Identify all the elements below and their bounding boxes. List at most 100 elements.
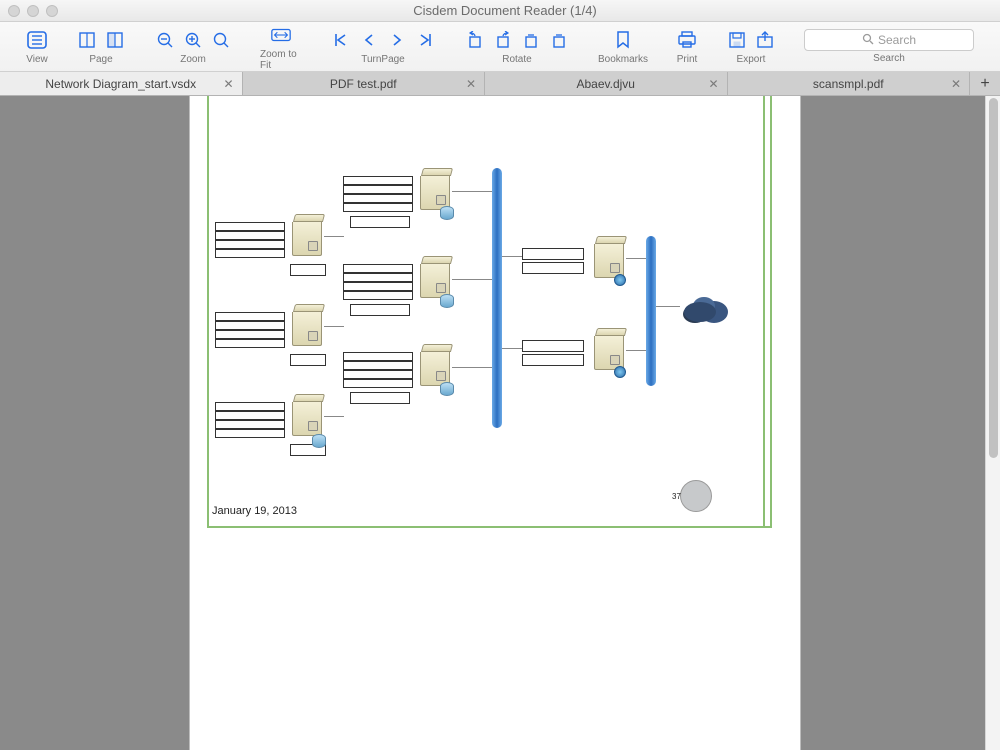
view-sidebar-icon[interactable] (26, 29, 48, 51)
diagram-border (207, 96, 209, 528)
toolbar: View Page Zoom (0, 22, 1000, 72)
connector (452, 367, 492, 368)
tab-scansmpl[interactable]: scansmpl.pdf ✕ (728, 72, 971, 95)
tab-label: Abaev.djvu (577, 77, 635, 91)
connector (324, 416, 344, 417)
close-tab-icon[interactable]: ✕ (951, 77, 961, 91)
zoom-out-icon[interactable] (154, 29, 176, 51)
window-controls (8, 5, 58, 17)
server-label (350, 304, 410, 316)
prev-page-icon[interactable] (358, 29, 380, 51)
close-window-button[interactable] (8, 5, 20, 17)
server-label (522, 262, 584, 274)
data-stack (343, 176, 413, 212)
connector (626, 258, 646, 259)
zoomfit-label: Zoom to Fit (260, 49, 302, 71)
connector (452, 191, 492, 192)
bookmarks-label: Bookmarks (598, 54, 648, 65)
server-label (522, 340, 584, 352)
globe-icon (614, 366, 626, 378)
diagram-border (770, 96, 772, 528)
server-label (290, 354, 326, 366)
view-label: View (26, 54, 48, 65)
rotate-ccw-icon[interactable] (548, 29, 570, 51)
rotate-label: Rotate (502, 54, 531, 65)
database-icon (440, 294, 454, 308)
close-tab-icon[interactable]: ✕ (466, 77, 476, 91)
data-stack (343, 264, 413, 300)
next-page-icon[interactable] (386, 29, 408, 51)
search-input[interactable]: Search (804, 29, 974, 51)
export-save-icon[interactable] (726, 29, 748, 51)
tab-label: Network Diagram_start.vsdx (45, 77, 196, 91)
close-tab-icon[interactable]: ✕ (223, 77, 233, 91)
connector (502, 256, 522, 257)
window-title: Cisdem Document Reader (1/4) (58, 3, 952, 18)
rotate-right-icon[interactable] (492, 29, 514, 51)
tab-label: scansmpl.pdf (813, 77, 884, 91)
server-label (522, 248, 584, 260)
tab-abaev[interactable]: Abaev.djvu ✕ (485, 72, 728, 95)
print-label: Print (677, 54, 698, 65)
export-label: Export (737, 54, 766, 65)
two-page-icon[interactable] (104, 29, 126, 51)
tab-network-diagram[interactable]: Network Diagram_start.vsdx ✕ (0, 72, 243, 95)
new-tab-button[interactable]: + (970, 72, 1000, 95)
single-page-icon[interactable] (76, 29, 98, 51)
connector (324, 236, 344, 237)
zoom-window-button[interactable] (46, 5, 58, 17)
bookmark-icon[interactable] (612, 29, 634, 51)
last-page-icon[interactable] (414, 29, 436, 51)
export-share-icon[interactable] (754, 29, 776, 51)
server-label (350, 216, 410, 228)
minimize-window-button[interactable] (27, 5, 39, 17)
zoom-actual-icon[interactable] (210, 29, 232, 51)
page-number: 37 (672, 492, 681, 501)
database-icon (440, 206, 454, 220)
page-label: Page (89, 54, 112, 65)
document-viewport[interactable]: January 19, 2013 37 (0, 96, 1000, 750)
connector (656, 306, 680, 307)
search-placeholder: Search (878, 33, 916, 47)
data-stack (343, 352, 413, 388)
connector (502, 348, 522, 349)
data-stack (215, 312, 285, 348)
zoom-to-fit-icon[interactable] (270, 24, 292, 46)
vertical-scrollbar[interactable] (985, 96, 1000, 750)
server-label (522, 354, 584, 366)
search-icon (862, 33, 874, 48)
data-stack (215, 222, 285, 258)
database-icon (312, 434, 326, 448)
server-label (350, 392, 410, 404)
search-label: Search (873, 53, 905, 64)
tab-label: PDF test.pdf (330, 77, 397, 91)
first-page-icon[interactable] (330, 29, 352, 51)
network-bus-icon (492, 168, 502, 428)
close-tab-icon[interactable]: ✕ (708, 77, 718, 91)
page-indicator (680, 480, 712, 512)
rotate-cw-icon[interactable] (520, 29, 542, 51)
server-icon (290, 304, 324, 352)
zoom-in-icon[interactable] (182, 29, 204, 51)
diagram-border (207, 526, 772, 528)
titlebar: Cisdem Document Reader (1/4) (0, 0, 1000, 22)
globe-icon (614, 274, 626, 286)
connector (626, 350, 646, 351)
document-date: January 19, 2013 (212, 505, 297, 517)
network-bus-icon (646, 236, 656, 386)
network-diagram: January 19, 2013 37 (190, 96, 800, 750)
tab-pdf-test[interactable]: PDF test.pdf ✕ (243, 72, 486, 95)
diagram-border (763, 96, 765, 528)
scrollbar-thumb[interactable] (989, 98, 998, 458)
document-page: January 19, 2013 37 (190, 96, 800, 750)
cloud-icon (680, 292, 732, 326)
rotate-left-icon[interactable] (464, 29, 486, 51)
turnpage-label: TurnPage (361, 54, 405, 65)
print-icon[interactable] (676, 29, 698, 51)
connector (324, 326, 344, 327)
data-stack (215, 402, 285, 438)
zoom-label: Zoom (180, 54, 206, 65)
server-icon (290, 214, 324, 262)
connector (452, 279, 492, 280)
server-label (290, 264, 326, 276)
